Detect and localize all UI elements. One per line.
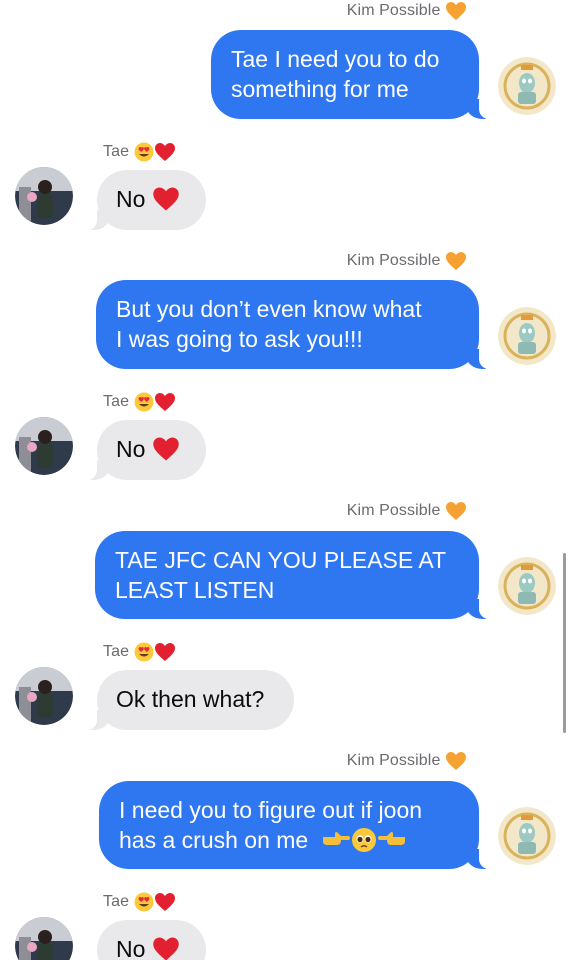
squidward-avatar-icon[interactable] <box>498 57 556 115</box>
message-incoming: Tae No <box>0 140 571 230</box>
red-heart-icon <box>153 437 179 461</box>
sender-name: Kim Possible <box>347 251 467 271</box>
orange-heart-icon <box>446 252 466 270</box>
sender-name: Kim Possible <box>347 501 467 521</box>
message-bubble[interactable]: I need you to figure out if joon has a cr… <box>99 781 491 869</box>
message-bubble[interactable]: No <box>97 920 206 960</box>
message-bubble[interactable]: No <box>85 420 206 480</box>
message-bubble[interactable]: But you don’t even know what I was going … <box>96 280 491 369</box>
person-photo-avatar-icon[interactable] <box>15 667 73 725</box>
message-outgoing: Kim Possible TAE JFC CAN YOU PLEASE AT LE… <box>0 500 571 625</box>
orange-heart-icon <box>446 502 466 520</box>
orange-heart-icon <box>446 2 466 20</box>
message-incoming: Tae No <box>0 890 571 960</box>
chat-thread[interactable]: Kim Possible Tae I need you to do somethi… <box>0 0 571 960</box>
person-photo-avatar-icon[interactable] <box>15 167 73 225</box>
message-outgoing: Kim Possible But you don’t even know wha… <box>0 250 571 375</box>
red-heart-icon <box>154 143 175 161</box>
red-heart-icon <box>153 187 179 211</box>
message-incoming: Tae Ok then what? <box>0 640 571 730</box>
sender-name: Tae <box>103 642 176 662</box>
red-heart-icon <box>154 893 175 911</box>
heart-eyes-icon <box>134 392 154 412</box>
orange-heart-icon <box>446 752 466 770</box>
message-bubble[interactable]: Ok then what? <box>85 670 294 730</box>
squidward-avatar-icon[interactable] <box>498 807 556 865</box>
message-bubble[interactable]: Tae I need you to do something for me <box>211 30 491 119</box>
sender-name: Tae <box>103 392 176 412</box>
sender-name: Tae <box>103 892 176 912</box>
scrollbar[interactable] <box>563 553 566 733</box>
heart-eyes-icon <box>134 142 154 162</box>
message-outgoing: Kim Possible I need you to figure out if… <box>0 750 571 875</box>
red-heart-icon <box>153 937 179 960</box>
red-heart-icon <box>154 643 175 661</box>
pointing-left-icon <box>377 831 405 845</box>
message-bubble[interactable]: No <box>85 170 206 230</box>
squidward-avatar-icon[interactable] <box>498 307 556 365</box>
heart-eyes-icon <box>134 642 154 662</box>
sender-name: Kim Possible <box>347 751 467 771</box>
person-photo-avatar-icon[interactable] <box>15 417 73 475</box>
pleading-face-icon <box>351 827 376 852</box>
message-incoming: Tae No <box>0 390 571 480</box>
red-heart-icon <box>154 393 175 411</box>
sender-name: Tae <box>103 142 176 162</box>
pointing-right-icon <box>322 831 350 845</box>
squidward-avatar-icon[interactable] <box>498 557 556 615</box>
heart-eyes-icon <box>134 892 154 912</box>
sender-name: Kim Possible <box>347 1 467 21</box>
person-photo-avatar-icon[interactable] <box>15 917 73 960</box>
message-bubble[interactable]: TAE JFC CAN YOU PLEASE AT LEAST LISTEN <box>95 531 491 619</box>
message-outgoing: Kim Possible Tae I need you to do somethi… <box>0 0 571 125</box>
